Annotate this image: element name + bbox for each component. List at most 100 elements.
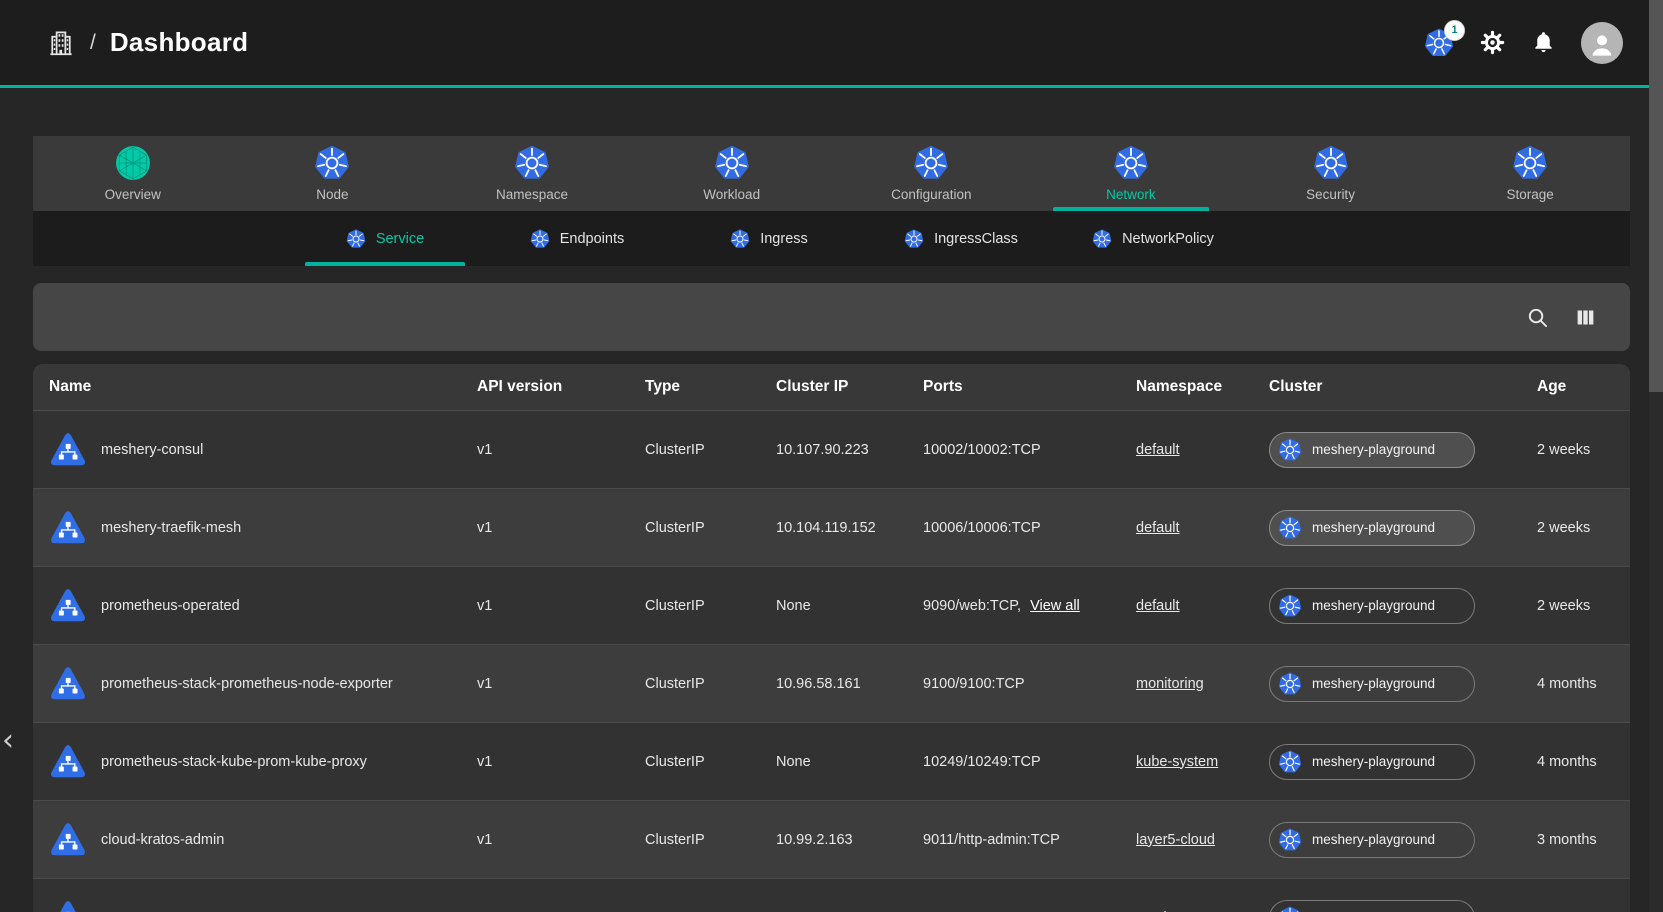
- column-header-name: Name: [33, 378, 461, 396]
- kubernetes-icon: [346, 229, 366, 249]
- subtab-endpoints[interactable]: Endpoints: [481, 211, 673, 266]
- service-icon: [49, 431, 87, 469]
- cluster-chip[interactable]: meshery-playground: [1269, 822, 1475, 858]
- scrollbar-track: [1649, 0, 1663, 912]
- column-header-api-version: API version: [461, 378, 629, 396]
- breadcrumb: / Dashboard: [46, 27, 248, 58]
- service-name: prometheus-stack-kube-prom-kube-proxy: [101, 754, 367, 770]
- api-version: v1: [461, 598, 629, 614]
- subtab-label: IngressClass: [934, 231, 1018, 247]
- kubernetes-icon: [714, 145, 750, 181]
- tab-security[interactable]: Security: [1231, 136, 1431, 211]
- cluster-status-button[interactable]: 1: [1424, 28, 1454, 58]
- tab-label: Namespace: [496, 187, 568, 202]
- tab-overview[interactable]: Overview: [33, 136, 233, 211]
- kubernetes-icon: [514, 145, 550, 181]
- view-columns-button[interactable]: [1575, 307, 1596, 328]
- organization-icon: [46, 28, 76, 58]
- ports-value: 10006/10006:TCP: [923, 520, 1041, 536]
- service-type: ClusterIP: [629, 676, 760, 692]
- resource-category-tabs: Overview Node Namespace Workload Configu…: [33, 136, 1630, 211]
- cluster-ip: 10.96.58.161: [760, 676, 907, 692]
- cluster-chip[interactable]: meshery-playground: [1269, 588, 1475, 624]
- namespace-link[interactable]: kube-system: [1136, 754, 1218, 770]
- kubernetes-icon: [1092, 229, 1112, 249]
- age: 2 weeks: [1521, 598, 1630, 614]
- age: 4 months: [1521, 676, 1630, 692]
- view-all-link[interactable]: View all: [1030, 598, 1080, 614]
- cluster-chip[interactable]: meshery-playground: [1269, 510, 1475, 546]
- table-row: meshery-consul v1 ClusterIP 10.107.90.22…: [33, 411, 1630, 489]
- kubernetes-icon: [1278, 438, 1302, 462]
- ports-value: 9090/web:TCP,: [923, 598, 1021, 614]
- kubernetes-icon: [904, 229, 924, 249]
- service-type: ClusterIP: [629, 832, 760, 848]
- tab-configuration[interactable]: Configuration: [832, 136, 1032, 211]
- api-version: v1: [461, 520, 629, 536]
- api-version: v1: [461, 442, 629, 458]
- service-name: prometheus-stack-prometheus-node-exporte…: [101, 676, 393, 692]
- app-header: / Dashboard 1: [0, 0, 1663, 88]
- tab-workload[interactable]: Workload: [632, 136, 832, 211]
- cluster-ip: 10.107.90.223: [760, 442, 907, 458]
- cluster-chip[interactable]: meshery-playground: [1269, 666, 1475, 702]
- search-icon: [1526, 306, 1549, 329]
- meshery-icon: [115, 145, 151, 181]
- age: 2 weeks: [1521, 520, 1630, 536]
- services-table: Name API version Type Cluster IP Ports N…: [33, 364, 1630, 912]
- view-columns-icon: [1575, 307, 1596, 328]
- notifications-button[interactable]: [1531, 30, 1556, 55]
- tab-network[interactable]: Network: [1031, 136, 1231, 211]
- subtab-label: Service: [376, 231, 424, 247]
- kubernetes-icon: [530, 229, 550, 249]
- cluster-chip[interactable]: meshery-playground: [1269, 900, 1475, 912]
- cluster-chip[interactable]: meshery-playground: [1269, 744, 1475, 780]
- tab-namespace[interactable]: Namespace: [432, 136, 632, 211]
- search-button[interactable]: [1526, 306, 1549, 329]
- namespace-link[interactable]: default: [1136, 442, 1180, 458]
- kubernetes-icon: [1113, 145, 1149, 181]
- service-icon: [49, 509, 87, 547]
- kubernetes-icon: [1278, 906, 1302, 912]
- table-toolbar: [33, 283, 1630, 351]
- cluster-ip: None: [760, 754, 907, 770]
- service-icon: [49, 743, 87, 781]
- ports-value: 10002/10002:TCP: [923, 442, 1041, 458]
- cluster-ip: None: [760, 598, 907, 614]
- table-header: Name API version Type Cluster IP Ports N…: [33, 364, 1630, 411]
- api-version: v1: [461, 676, 629, 692]
- subtab-ingress[interactable]: Ingress: [673, 211, 865, 266]
- namespace-link[interactable]: layer5-cloud: [1136, 832, 1215, 848]
- namespace-link[interactable]: monitoring: [1136, 676, 1204, 692]
- cluster-name: meshery-playground: [1312, 442, 1435, 457]
- subtab-networkpolicy[interactable]: NetworkPolicy: [1057, 211, 1249, 266]
- tab-label: Node: [316, 187, 348, 202]
- collapse-panel-chevron[interactable]: ‹: [2, 726, 14, 756]
- age: 4 months: [1521, 754, 1630, 770]
- tab-node[interactable]: Node: [233, 136, 433, 211]
- scrollbar-thumb[interactable]: [1649, 0, 1663, 392]
- avatar[interactable]: [1581, 22, 1623, 64]
- service-icon: [49, 821, 87, 859]
- column-header-cluster: Cluster: [1253, 378, 1521, 396]
- age: 2 weeks: [1521, 442, 1630, 458]
- tab-storage[interactable]: Storage: [1430, 136, 1630, 211]
- kubernetes-icon: [1313, 145, 1349, 181]
- bell-icon: [1531, 30, 1556, 55]
- tab-label: Workload: [703, 187, 760, 202]
- cluster-name: meshery-playground: [1312, 754, 1435, 769]
- tab-label: Security: [1306, 187, 1355, 202]
- namespace-link[interactable]: default: [1136, 598, 1180, 614]
- table-row: meshery meshery-playground: [33, 879, 1630, 912]
- ports-value: 9100/9100:TCP: [923, 676, 1025, 692]
- service-type: ClusterIP: [629, 754, 760, 770]
- settings-button[interactable]: [1479, 29, 1506, 56]
- ports-value: 9011/http-admin:TCP: [923, 832, 1060, 848]
- cluster-chip[interactable]: meshery-playground: [1269, 432, 1475, 468]
- subtab-service[interactable]: Service: [289, 211, 481, 266]
- tab-label: Network: [1106, 187, 1156, 202]
- subtab-label: NetworkPolicy: [1122, 231, 1214, 247]
- subtab-label: Endpoints: [560, 231, 625, 247]
- namespace-link[interactable]: default: [1136, 520, 1180, 536]
- subtab-ingressclass[interactable]: IngressClass: [865, 211, 1057, 266]
